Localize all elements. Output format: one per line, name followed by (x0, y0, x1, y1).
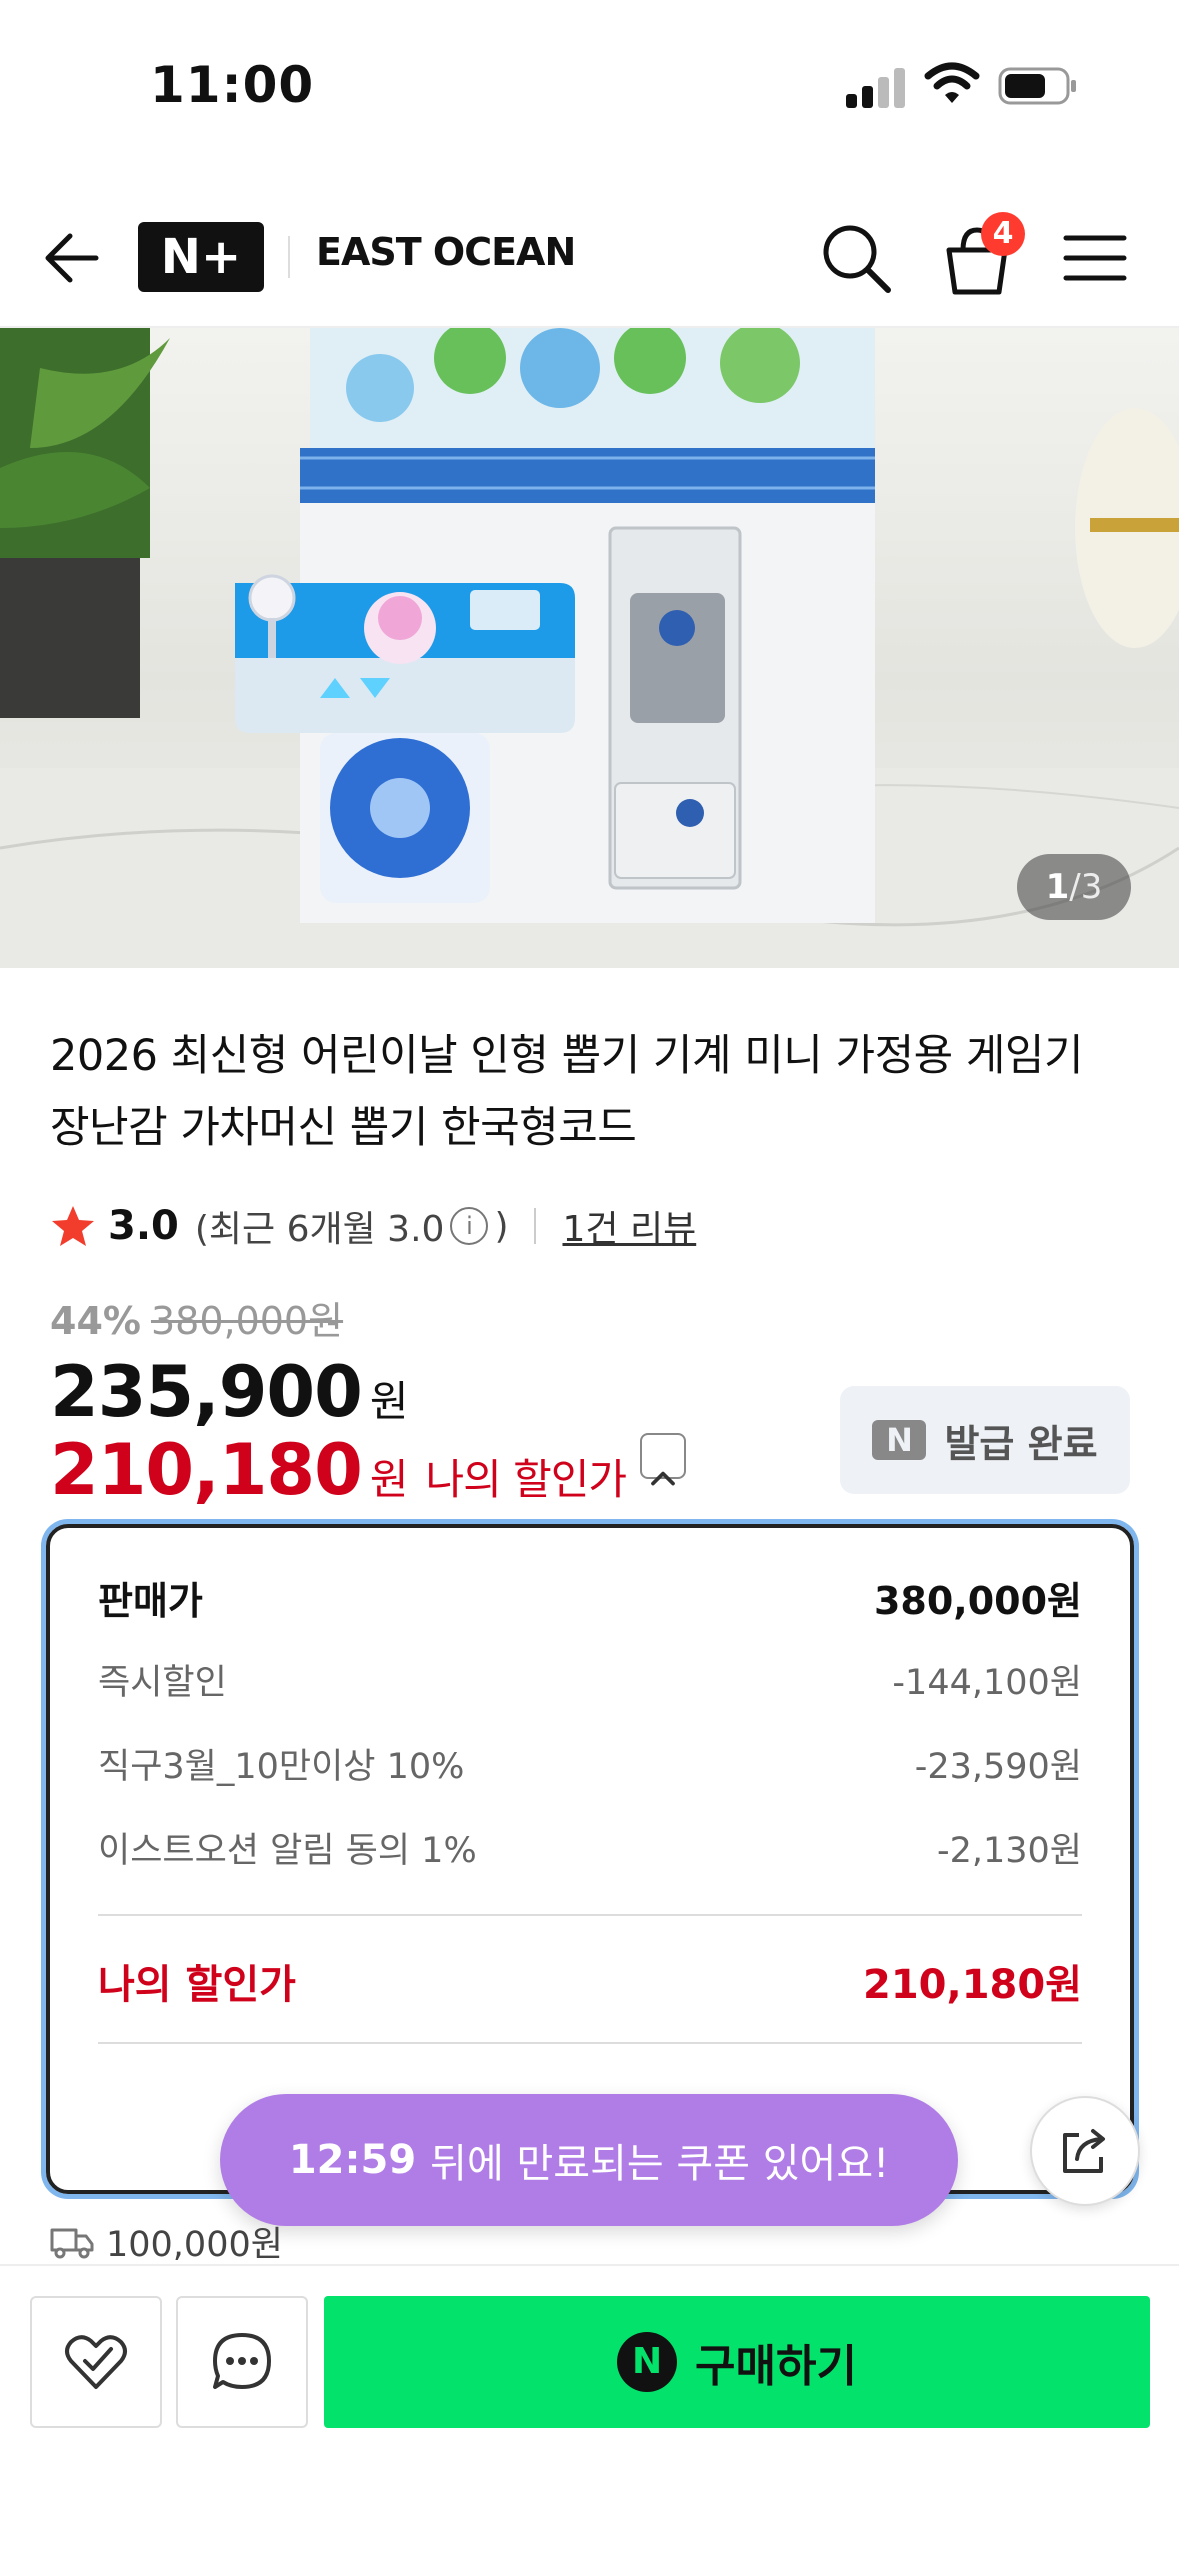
shipping-info: 100,000원 (50, 2216, 283, 2267)
breakdown-label: 즉시할인 (98, 1663, 227, 1703)
cart-count-badge: 4 (981, 212, 1025, 256)
status-bar: 11:00 (0, 0, 1179, 170)
discount-row: 44% 380,000원 (50, 1290, 1150, 1345)
search-icon[interactable] (818, 220, 894, 296)
app-header: N+ EAST OCEAN 4 (0, 190, 1179, 328)
breakdown-divider (98, 1914, 1082, 1916)
breakdown-total-label: 나의 할인가 (98, 1962, 296, 2008)
breakdown-value: -144,100원 (892, 1663, 1082, 1703)
my-price-currency: 원 (369, 1455, 409, 1504)
store-brand[interactable]: EAST OCEAN (316, 230, 576, 274)
heart-check-icon (65, 2335, 127, 2389)
rating-row: 3.0 (최근 6개월 3.0 i ) 1건 리뷰 (50, 1196, 696, 1256)
breakdown-value: -23,590원 (914, 1747, 1082, 1787)
wifi-icon (924, 62, 980, 103)
chat-bubble-icon (213, 2333, 271, 2389)
discount-rate: 44% (50, 1299, 141, 1343)
breakdown-value: 380,000원 (873, 1579, 1082, 1623)
wishlist-button[interactable] (30, 2296, 162, 2428)
truck-icon (50, 2228, 94, 2258)
naver-pay-icon: N (617, 2332, 678, 2392)
hamburger-menu-icon[interactable] (1060, 228, 1130, 288)
breakdown-item: 직구3월_10만이상 10% -23,590원 (98, 1738, 1082, 1789)
breakdown-divider (98, 2042, 1082, 2044)
battery-icon (998, 67, 1076, 105)
coupon-toast-message: 뒤에 만료되는 쿠폰 있어요! (430, 2141, 890, 2187)
product-image-carousel[interactable]: 1/3 (0, 328, 1179, 968)
share-icon (1063, 2129, 1105, 2173)
share-button[interactable] (1030, 2096, 1140, 2206)
original-price: 380,000원 (150, 1299, 344, 1343)
shipping-text: 100,000원 (106, 2225, 283, 2265)
breakdown-total: 나의 할인가 210,180원 (98, 1952, 1082, 2010)
image-separator: / (1069, 867, 1081, 907)
rating-separator (534, 1208, 537, 1244)
info-icon[interactable]: i (450, 1207, 489, 1245)
buy-now-button[interactable]: N 구매하기 (324, 2296, 1150, 2428)
cart-button[interactable]: 4 (935, 212, 1025, 302)
chat-inquiry-button[interactable] (176, 2296, 308, 2428)
rating-value: 3.0 (108, 1203, 179, 1249)
rating-recent: (최근 6개월 3.0 (194, 1209, 445, 1250)
my-price-value: 210,180 (50, 1429, 363, 1511)
breakdown-item: 즉시할인 -144,100원 (98, 1654, 1082, 1705)
my-price-label: 나의 할인가 (425, 1455, 627, 1504)
naver-coupon-icon: N (872, 1420, 927, 1460)
breakdown-sale-price: 판매가 380,000원 (98, 1570, 1082, 1625)
product-title: 2026 최신형 어린이날 인형 뽑기 기계 미니 가정용 게임기 장난감 가차… (50, 1031, 1084, 1153)
breakdown-total-value: 210,180원 (863, 1962, 1082, 2008)
sale-price-currency: 원 (369, 1377, 409, 1426)
status-time: 11:00 (150, 56, 315, 114)
naver-plus-logo[interactable]: N+ (138, 222, 264, 292)
chevron-up-icon[interactable] (640, 1433, 687, 1486)
sale-price-value: 235,900 (50, 1351, 363, 1433)
coupon-status-label: 발급 완료 (944, 1421, 1098, 1466)
breakdown-value: -2,130원 (936, 1831, 1082, 1871)
header-divider (288, 236, 290, 278)
image-page-counter: 1/3 (1017, 854, 1131, 920)
coupon-timer: 12:59 (288, 2137, 417, 2183)
coupon-issued-button[interactable]: N 발급 완료 (840, 1386, 1130, 1494)
rating-recent-close: ) (494, 1205, 509, 1247)
back-arrow-icon[interactable] (40, 226, 104, 290)
image-current: 1 (1045, 867, 1070, 907)
buy-now-label: 구매하기 (695, 2341, 857, 2392)
bottom-action-bar: N 구매하기 (0, 2264, 1179, 2556)
review-count-link[interactable]: 1건 리뷰 (562, 1200, 696, 1252)
product-photo (0, 328, 1179, 968)
image-total: 3 (1080, 867, 1103, 907)
star-icon (52, 1206, 94, 1246)
breakdown-label: 직구3월_10만이상 10% (98, 1747, 465, 1787)
breakdown-label: 판매가 (98, 1579, 203, 1623)
breakdown-label: 이스트오션 알림 동의 1% (98, 1831, 477, 1871)
breakdown-item: 이스트오션 알림 동의 1% -2,130원 (98, 1822, 1082, 1873)
cellular-signal-icon (846, 66, 906, 108)
coupon-expiry-toast[interactable]: 12:59 뒤에 만료되는 쿠폰 있어요! (220, 2094, 958, 2226)
